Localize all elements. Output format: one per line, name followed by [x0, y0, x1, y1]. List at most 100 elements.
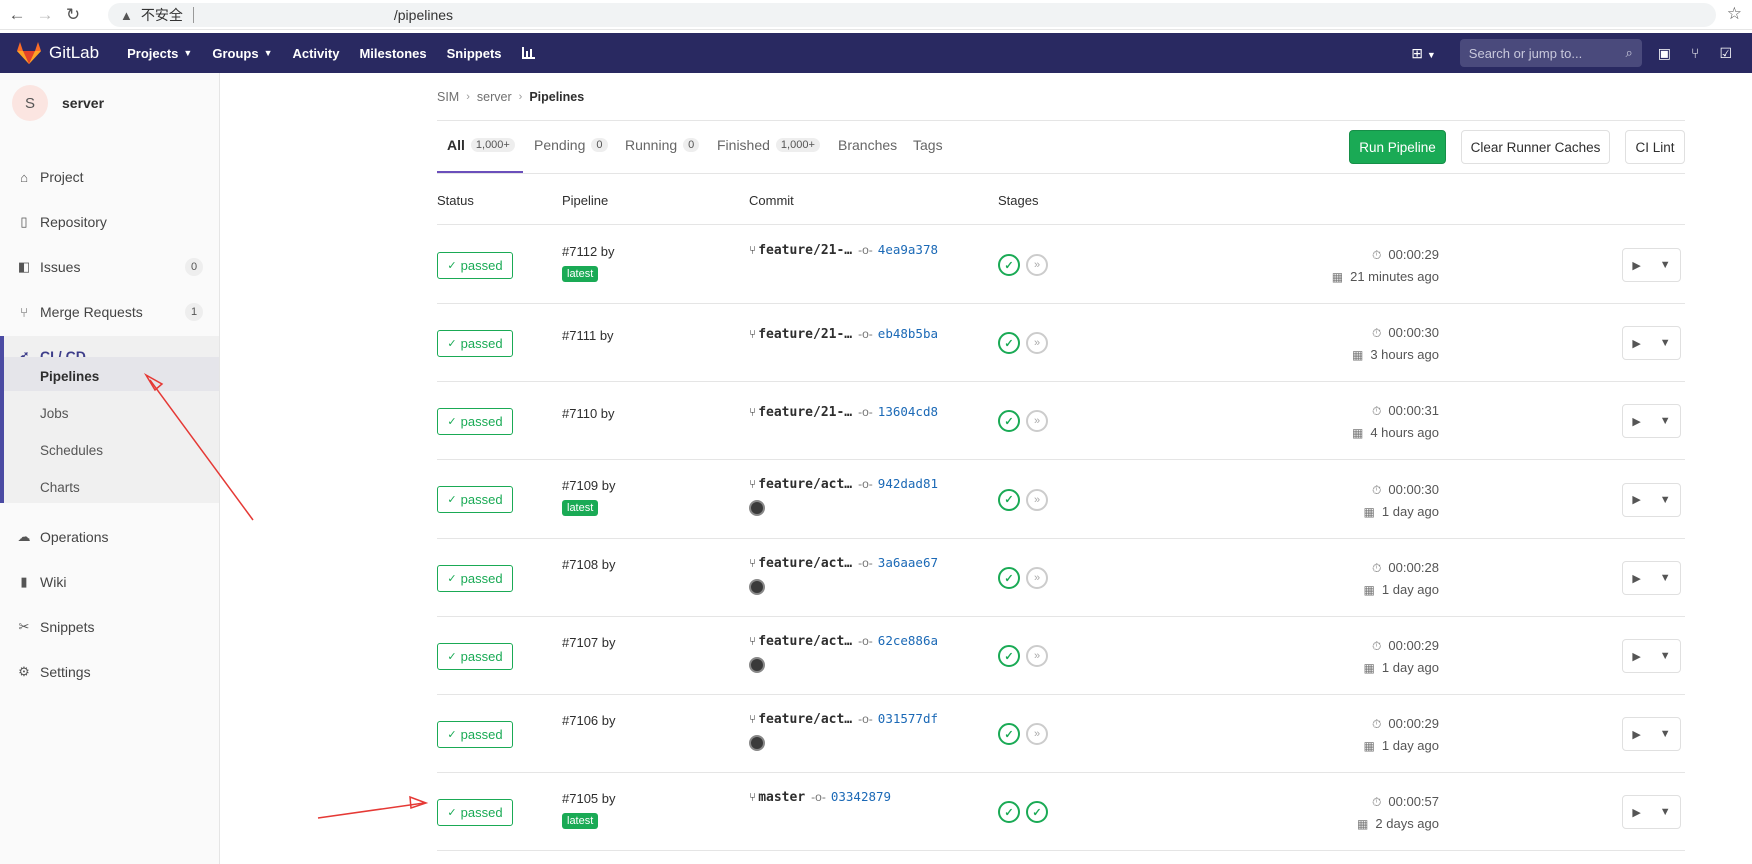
stage-skipped-icon[interactable]: »: [1026, 488, 1048, 511]
author-avatar[interactable]: [749, 735, 765, 751]
sidebar-item-operations[interactable]: ☁ Operations: [0, 517, 219, 557]
todos-nav-icon[interactable]: ☑: [1719, 45, 1732, 62]
branch-link[interactable]: ⑂ feature/act… -o- 942dad81: [749, 476, 938, 492]
back-icon[interactable]: ←: [6, 5, 28, 25]
tab-tags[interactable]: Tags: [913, 137, 943, 153]
stage-skipped-icon[interactable]: »: [1026, 410, 1048, 432]
tab-finished[interactable]: Finished 1,000+: [717, 137, 820, 153]
stage-skipped-icon[interactable]: »: [1026, 567, 1048, 589]
sidebar-item-project[interactable]: ⌂ Project: [0, 157, 219, 197]
address-bar[interactable]: ▲ 不安全 /pipelines: [108, 3, 1716, 27]
status-badge[interactable]: ✓ passed: [437, 329, 513, 357]
status-badge[interactable]: ✓ passed: [437, 720, 513, 748]
breadcrumb-project[interactable]: server: [477, 90, 512, 104]
new-item-plus-icon[interactable]: ⊞ ▼: [1411, 45, 1436, 62]
search-input[interactable]: Search or jump to... ⌕: [1459, 39, 1642, 67]
pipeline-id-link[interactable]: #7109 by: [562, 478, 616, 493]
nav-projects[interactable]: Projects ▼: [127, 46, 192, 61]
stage-passed-icon[interactable]: ✓: [998, 254, 1020, 276]
branch-link[interactable]: ⑂ feature/21-… -o- 13604cd8: [749, 404, 938, 420]
stage-passed-icon[interactable]: ✓: [1026, 801, 1048, 823]
stage-passed-icon[interactable]: ✓: [998, 801, 1020, 823]
branch-link[interactable]: ⑂ feature/act… -o- 62ce886a: [749, 633, 938, 649]
sidebar-subitem-schedules[interactable]: Schedules: [40, 443, 103, 458]
run-manual-job-button[interactable]: ▶ ▼: [1622, 561, 1681, 595]
stage-passed-icon[interactable]: ✓: [998, 488, 1020, 511]
sidebar-item-snippets[interactable]: ✂ Snippets: [0, 607, 219, 647]
tab-pending[interactable]: Pending 0: [534, 137, 608, 153]
run-manual-job-button[interactable]: ▶ ▼: [1622, 639, 1681, 673]
sidebar-item-repository[interactable]: ▯ Repository: [0, 202, 219, 242]
commit-sha-link[interactable]: 13604cd8: [878, 404, 938, 419]
commit-sha-link[interactable]: 942dad81: [878, 476, 938, 491]
stage-skipped-icon[interactable]: »: [1026, 332, 1048, 354]
bookmark-star-icon[interactable]: ☆: [1727, 4, 1742, 24]
nav-snippets[interactable]: Snippets: [447, 46, 502, 61]
nav-milestones[interactable]: Milestones: [359, 46, 426, 61]
clear-runner-caches-button[interactable]: Clear Runner Caches: [1461, 130, 1610, 164]
merge-requests-nav-icon[interactable]: ⑂: [1691, 45, 1699, 61]
sidebar-item-merge-requests[interactable]: ⑂ Merge Requests 1: [0, 292, 219, 332]
pipeline-id-link[interactable]: #7106 by: [562, 713, 616, 728]
branch-link[interactable]: ⑂ feature/21-… -o- 4ea9a378: [749, 242, 938, 258]
reload-icon[interactable]: ↻: [62, 5, 84, 25]
pipeline-id-link[interactable]: #7105 by: [562, 791, 616, 806]
stage-passed-icon[interactable]: ✓: [998, 723, 1020, 745]
analytics-chart-icon[interactable]: [521, 47, 536, 59]
breadcrumb-group[interactable]: SIM: [437, 90, 459, 104]
branch-link[interactable]: ⑂ feature/act… -o- 3a6aae67: [749, 555, 938, 571]
stage-passed-icon[interactable]: ✓: [998, 645, 1020, 667]
run-manual-job-button[interactable]: ▶ ▼: [1622, 717, 1681, 751]
sidebar-subitem-charts[interactable]: Charts: [40, 480, 80, 495]
pipeline-id-link[interactable]: #7110 by: [562, 406, 615, 421]
tab-running[interactable]: Running 0: [625, 137, 700, 153]
project-header[interactable]: S server: [0, 73, 219, 133]
stage-skipped-icon[interactable]: »: [1026, 254, 1048, 276]
run-pipeline-button[interactable]: Run Pipeline: [1349, 130, 1446, 164]
breadcrumb-current[interactable]: Pipelines: [529, 90, 584, 104]
stage-skipped-icon[interactable]: »: [1026, 645, 1048, 667]
sidebar-item-issues[interactable]: ◧ Issues 0: [0, 247, 219, 287]
commit-sha-link[interactable]: eb48b5ba: [878, 326, 938, 341]
forward-icon[interactable]: →: [34, 5, 56, 25]
issues-nav-icon[interactable]: ▣: [1658, 45, 1671, 62]
tab-branches[interactable]: Branches: [838, 137, 897, 153]
sidebar-item-wiki[interactable]: ▮ Wiki: [0, 562, 219, 602]
commit-sha-link[interactable]: 031577df: [878, 711, 938, 726]
commit-sha-link[interactable]: 3a6aae67: [878, 555, 938, 570]
nav-activity[interactable]: Activity: [292, 46, 339, 61]
sidebar-subitem-pipelines[interactable]: Pipelines: [40, 369, 99, 384]
pipeline-id-link[interactable]: #7108 by: [562, 557, 616, 572]
commit-sha-link[interactable]: 62ce886a: [878, 633, 938, 648]
run-manual-job-button[interactable]: ▶ ▼: [1622, 326, 1681, 360]
pipeline-id-link[interactable]: #7111 by: [562, 328, 614, 343]
status-badge[interactable]: ✓ passed: [437, 407, 513, 435]
author-avatar[interactable]: [749, 500, 765, 516]
sidebar-item-settings[interactable]: ⚙ Settings: [0, 652, 219, 692]
tab-all[interactable]: All 1,000+: [447, 137, 515, 153]
commit-sha-link[interactable]: 4ea9a378: [878, 242, 938, 257]
run-manual-job-button[interactable]: ▶ ▼: [1622, 482, 1681, 517]
status-badge[interactable]: ✓ passed: [437, 251, 513, 279]
run-manual-job-button[interactable]: ▶ ▼: [1622, 795, 1681, 829]
author-avatar[interactable]: [749, 657, 765, 673]
nav-groups[interactable]: Groups ▼: [212, 46, 272, 61]
pipeline-id-link[interactable]: #7107 by: [562, 635, 616, 650]
branch-link[interactable]: ⑂ feature/act… -o- 031577df: [749, 711, 938, 727]
commit-sha-link[interactable]: 03342879: [831, 789, 891, 804]
status-badge[interactable]: ✓ passed: [437, 564, 513, 592]
branch-link[interactable]: ⑂ feature/21-… -o-eb48b5ba: [749, 326, 938, 342]
branch-link[interactable]: ⑂ master -o- 03342879: [749, 789, 891, 805]
sidebar-subitem-jobs[interactable]: Jobs: [40, 406, 69, 421]
author-avatar[interactable]: [749, 579, 765, 595]
pipeline-id-link[interactable]: #7112 by: [562, 244, 615, 259]
ci-lint-button[interactable]: CI Lint: [1625, 130, 1685, 164]
stage-passed-icon[interactable]: ✓: [998, 567, 1020, 589]
status-badge[interactable]: ✓ passed: [437, 798, 513, 826]
gitlab-logo[interactable]: GitLab: [16, 41, 99, 65]
stage-passed-icon[interactable]: ✓: [998, 332, 1020, 354]
stage-skipped-icon[interactable]: »: [1026, 723, 1048, 745]
run-manual-job-button[interactable]: ▶ ▼: [1622, 404, 1681, 438]
stage-passed-icon[interactable]: ✓: [998, 410, 1020, 432]
run-manual-job-button[interactable]: ▶ ▼: [1622, 248, 1681, 282]
